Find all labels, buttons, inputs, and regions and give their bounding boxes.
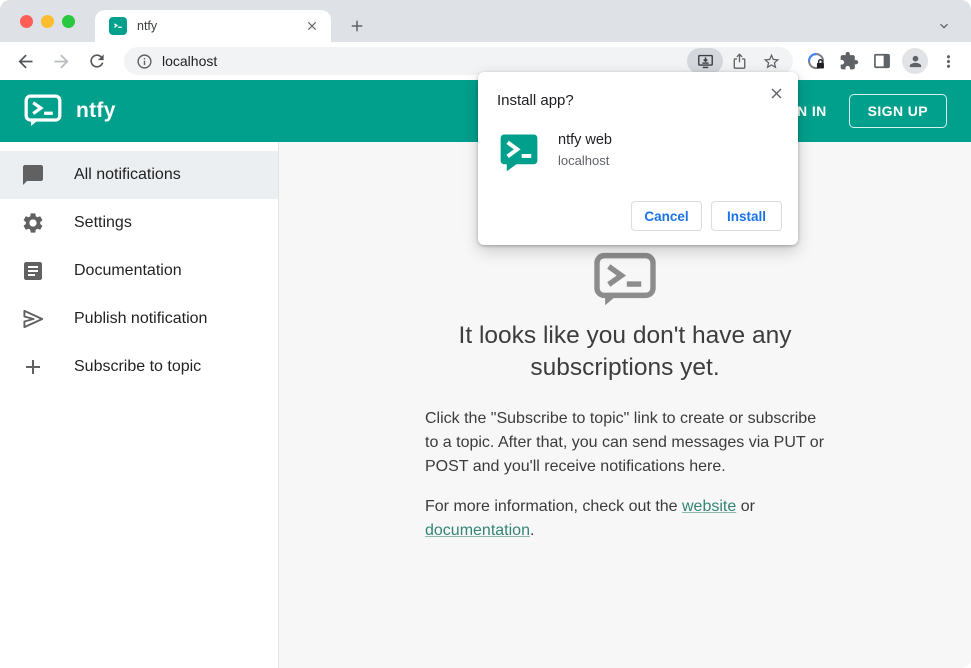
- sidebar-item-label: Publish notification: [74, 310, 208, 327]
- install-app-icon[interactable]: [687, 48, 723, 74]
- more-info-middle: or: [736, 497, 755, 515]
- ntfy-favicon-icon: [109, 17, 127, 35]
- lock-extension-icon[interactable]: [803, 48, 829, 74]
- tab-title: ntfy: [137, 19, 158, 33]
- empty-state-heading: It looks like you don't have any subscri…: [458, 322, 792, 382]
- install-app-dialog: Install app? ntfy web localhost Cancel I…: [478, 72, 798, 245]
- documentation-link[interactable]: documentation: [425, 522, 530, 539]
- sidebar: All notifications Settings Documentation…: [0, 142, 279, 668]
- sidebar-item-label: All notifications: [74, 166, 181, 183]
- traffic-lights: [20, 15, 75, 28]
- new-tab-icon[interactable]: [344, 13, 370, 39]
- chat-bubble-icon: [21, 163, 45, 187]
- url-text[interactable]: localhost: [162, 53, 687, 69]
- browser-tab[interactable]: ntfy: [95, 10, 331, 42]
- sign-up-button[interactable]: SIGN UP: [848, 94, 947, 128]
- more-info-paragraph: For more information, check out the webs…: [425, 495, 825, 543]
- website-link[interactable]: website: [682, 498, 736, 515]
- titlebar: ntfy: [0, 0, 971, 42]
- sidebar-item-publish-notification[interactable]: Publish notification: [0, 295, 278, 343]
- forward-icon[interactable]: [48, 48, 74, 74]
- dialog-buttons: Cancel Install: [631, 201, 782, 231]
- cancel-button[interactable]: Cancel: [631, 201, 702, 231]
- info-icon[interactable]: [136, 53, 153, 70]
- share-icon[interactable]: [723, 48, 755, 74]
- back-icon[interactable]: [12, 48, 38, 74]
- profile-avatar-icon[interactable]: [902, 48, 928, 74]
- empty-state-paragraph: Click the "Subscribe to topic" link to c…: [425, 409, 825, 475]
- ntfy-logo-gray-icon: [425, 252, 825, 308]
- minimize-window-button[interactable]: [41, 15, 54, 28]
- maximize-window-button[interactable]: [62, 15, 75, 28]
- dialog-app-name: ntfy web: [558, 132, 612, 148]
- menu-dots-icon[interactable]: [935, 48, 961, 74]
- article-icon: [21, 259, 45, 283]
- ntfy-app-icon: [498, 131, 540, 173]
- extensions-puzzle-icon[interactable]: [836, 48, 862, 74]
- close-window-button[interactable]: [20, 15, 33, 28]
- sidebar-item-all-notifications[interactable]: All notifications: [0, 151, 278, 199]
- toolbar-right-cluster: [803, 48, 961, 74]
- install-button[interactable]: Install: [711, 201, 782, 231]
- sidebar-item-label: Subscribe to topic: [74, 358, 202, 375]
- reload-icon[interactable]: [84, 48, 110, 74]
- dialog-close-icon[interactable]: [767, 84, 785, 102]
- more-info-prefix: For more information, check out the: [425, 497, 682, 515]
- send-icon: [21, 307, 45, 331]
- browser-window: ntfy localhost ntfy SIGN IN SIGN UP All …: [0, 0, 971, 668]
- more-info-suffix: .: [529, 521, 535, 539]
- plus-icon: [21, 355, 45, 379]
- ntfy-logo-icon: [24, 94, 62, 128]
- side-panel-icon[interactable]: [869, 48, 895, 74]
- sidebar-item-subscribe-to-topic[interactable]: Subscribe to topic: [0, 343, 278, 391]
- gear-icon: [21, 211, 45, 235]
- sidebar-item-label: Documentation: [74, 262, 182, 279]
- sidebar-item-label: Settings: [74, 214, 132, 231]
- sidebar-item-settings[interactable]: Settings: [0, 199, 278, 247]
- tab-search-chevron-icon[interactable]: [933, 15, 955, 37]
- dialog-title: Install app?: [497, 92, 574, 109]
- dialog-app-origin: localhost: [558, 153, 610, 168]
- sidebar-item-documentation[interactable]: Documentation: [0, 247, 278, 295]
- brand-name: ntfy: [76, 99, 116, 122]
- tab-close-icon[interactable]: [303, 17, 321, 35]
- address-bar[interactable]: localhost: [124, 47, 793, 75]
- bookmark-star-icon[interactable]: [755, 48, 787, 74]
